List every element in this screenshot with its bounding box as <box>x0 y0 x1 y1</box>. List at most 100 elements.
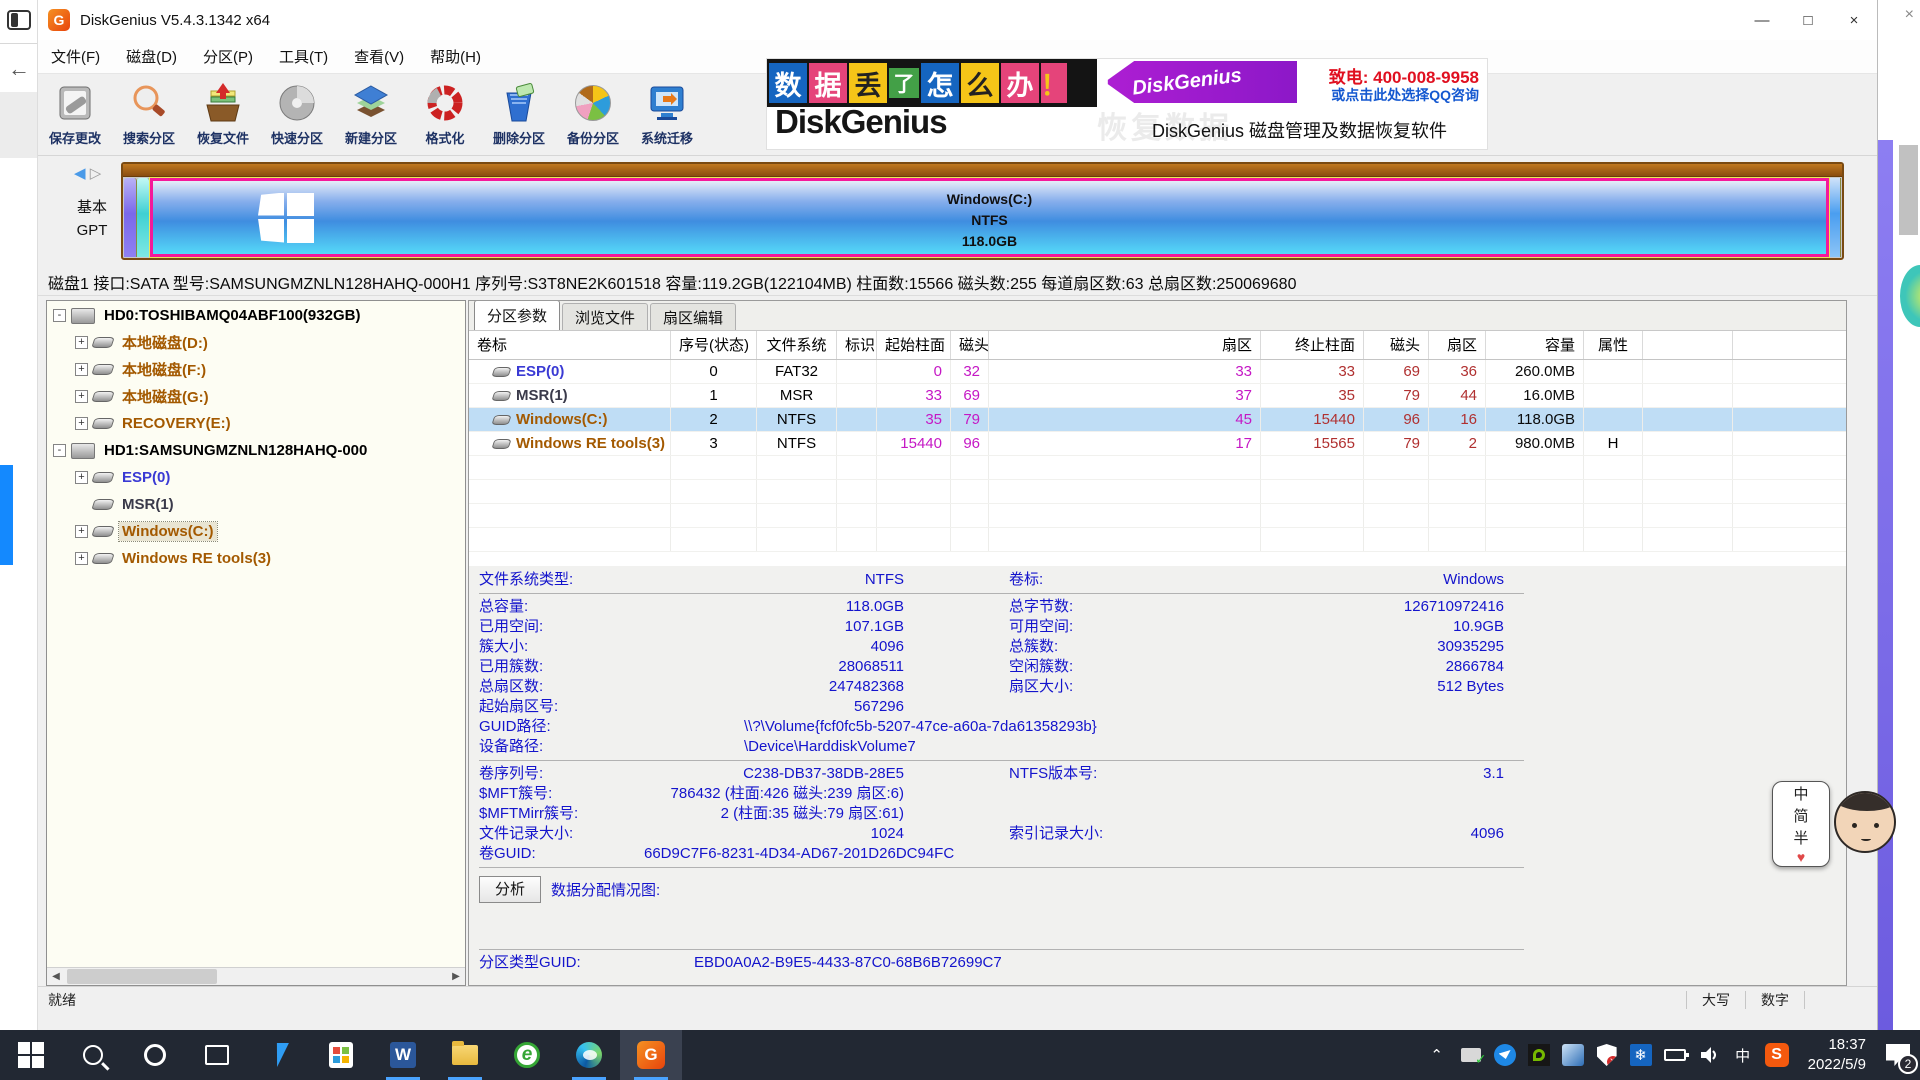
volume-tray-icon[interactable] <box>1692 1030 1726 1080</box>
green-browser-button[interactable]: e <box>496 1030 558 1080</box>
nvidia-tray-icon[interactable] <box>1522 1030 1556 1080</box>
menu-view[interactable]: 查看(V) <box>341 46 417 67</box>
tray-expand-chevron[interactable]: ⌃ <box>1420 1030 1454 1080</box>
new-partition-button[interactable]: 新建分区 <box>334 74 408 154</box>
col-flag[interactable]: 标识 <box>837 331 877 359</box>
tree-expander[interactable]: + <box>75 471 88 484</box>
task-view-button[interactable] <box>186 1030 248 1080</box>
start-button[interactable] <box>0 1030 62 1080</box>
ime-halfwidth[interactable]: 半 <box>1793 827 1808 848</box>
tree-item-local-d[interactable]: + 本地磁盘(D:) <box>47 330 465 355</box>
col-capacity[interactable]: 容量 <box>1486 331 1584 359</box>
scroll-right-arrow[interactable]: ▶ <box>447 968 465 985</box>
tree-item-esp[interactable]: + ESP(0) <box>47 465 465 490</box>
dingtalk-tray-icon[interactable] <box>1488 1030 1522 1080</box>
tree-item-label[interactable]: 本地磁盘(D:) <box>119 331 211 354</box>
banner-qq-link[interactable]: 或点击此处选择QQ咨询 <box>1331 85 1479 105</box>
security-shield-tray-icon[interactable] <box>1590 1030 1624 1080</box>
tree-item-label[interactable]: 本地磁盘(G:) <box>119 385 212 408</box>
ime-indicator[interactable]: 中 <box>1726 1030 1760 1080</box>
battery-tray-icon[interactable] <box>1658 1030 1692 1080</box>
sogou-tray-icon[interactable]: S <box>1760 1030 1794 1080</box>
recover-files-button[interactable]: 恢复文件 <box>186 74 260 154</box>
tree-expander[interactable]: + <box>75 525 88 538</box>
tree-horizontal-scrollbar[interactable]: ◀ ▶ <box>47 967 465 985</box>
partition-block-windows-c[interactable]: Windows(C:) NTFS 118.0GB <box>150 178 1829 257</box>
analyze-button[interactable]: 分析 <box>479 876 541 903</box>
system-migrate-button[interactable]: 系统迁移 <box>630 74 704 154</box>
close-icon[interactable]: × <box>1905 6 1914 24</box>
col-end-head[interactable]: 磁头 <box>1364 331 1429 359</box>
close-button[interactable]: × <box>1831 0 1877 40</box>
tree-item-msr[interactable]: MSR(1) <box>47 492 465 517</box>
scrollbar-thumb[interactable] <box>1899 145 1918 235</box>
tree-item-hd0[interactable]: - HD0:TOSHIBAMQ04ABF100(932GB) <box>47 303 465 328</box>
menu-partition[interactable]: 分区(P) <box>190 46 266 67</box>
notification-center-button[interactable]: 2 <box>1876 1030 1920 1080</box>
backup-partition-button[interactable]: 备份分区 <box>556 74 630 154</box>
col-index-status[interactable]: 序号(状态) <box>671 331 757 359</box>
store-button[interactable] <box>310 1030 372 1080</box>
tree-item-label[interactable]: MSR(1) <box>119 495 177 514</box>
table-row-esp[interactable]: ESP(0) 0 FAT32 0 32 33 33 69 36 260.0MB <box>469 360 1846 384</box>
tree-expander[interactable]: + <box>75 417 88 430</box>
col-start-sector[interactable]: 扇区 <box>989 331 1261 359</box>
minimize-button[interactable]: — <box>1739 0 1785 40</box>
ad-banner[interactable]: 数 据 丢 了 怎 么 办 ！ 恢复数据 DiskGenius DiskGeni… <box>766 58 1488 150</box>
ime-toolbar[interactable]: 中 简 半 ♥ <box>1772 781 1896 867</box>
scroll-left-arrow[interactable]: ◀ <box>47 968 65 985</box>
taskbar-clock[interactable]: 18:37 2022/5/9 <box>1808 1035 1866 1075</box>
tab-sector-edit[interactable]: 扇区编辑 <box>650 303 736 330</box>
col-end-cylinder[interactable]: 终止柱面 <box>1261 331 1364 359</box>
tree-item-label[interactable]: ESP(0) <box>119 468 173 487</box>
printer-tray-icon[interactable] <box>1454 1030 1488 1080</box>
delete-partition-button[interactable]: 删除分区 <box>482 74 556 154</box>
format-button[interactable]: 格式化 <box>408 74 482 154</box>
tab-partition-params[interactable]: 分区参数 <box>474 300 560 330</box>
heart-icon[interactable]: ♥ <box>1797 849 1805 865</box>
menu-file[interactable]: 文件(F) <box>38 46 113 67</box>
save-changes-button[interactable]: 保存更改 <box>38 74 112 154</box>
tree-item-label[interactable]: 本地磁盘(F:) <box>119 358 209 381</box>
diskgenius-taskbar-button[interactable]: G <box>620 1030 682 1080</box>
col-volume-label[interactable]: 卷标 <box>469 331 671 359</box>
menu-disk[interactable]: 磁盘(D) <box>113 46 190 67</box>
thunder-button[interactable] <box>248 1030 310 1080</box>
edge-button[interactable] <box>558 1030 620 1080</box>
ime-simplified[interactable]: 简 <box>1793 805 1808 826</box>
back-arrow-icon[interactable]: ← <box>8 56 30 82</box>
menu-help[interactable]: 帮助(H) <box>417 46 494 67</box>
taskbar-search-button[interactable] <box>62 1030 124 1080</box>
tree-expander[interactable]: + <box>75 552 88 565</box>
tab-browse-files[interactable]: 浏览文件 <box>562 303 648 330</box>
snowflake-tray-icon[interactable]: ❄ <box>1624 1030 1658 1080</box>
quick-partition-button[interactable]: 快速分区 <box>260 74 334 154</box>
tree-item-local-f[interactable]: + 本地磁盘(F:) <box>47 357 465 382</box>
table-row-windows-c-selected[interactable]: Windows(C:) 2 NTFS 35 79 45 15440 96 16 … <box>469 408 1846 432</box>
maximize-button[interactable]: □ <box>1785 0 1831 40</box>
tree-item-label[interactable]: HD0:TOSHIBAMQ04ABF100(932GB) <box>101 306 363 325</box>
tree-expander[interactable]: - <box>53 444 66 457</box>
menu-tools[interactable]: 工具(T) <box>266 46 341 67</box>
tree-expander[interactable]: - <box>53 309 66 322</box>
tree-item-label[interactable]: HD1:SAMSUNGMZNLN128HAHQ-000 <box>101 441 370 460</box>
tree-expander[interactable]: + <box>75 363 88 376</box>
file-explorer-button[interactable] <box>434 1030 496 1080</box>
tree-item-hd1[interactable]: - HD1:SAMSUNGMZNLN128HAHQ-000 <box>47 438 465 463</box>
col-attributes[interactable]: 属性 <box>1584 331 1643 359</box>
tree-item-label[interactable]: Windows(C:) <box>119 522 217 541</box>
disk-next-arrow[interactable]: ▷ <box>90 165 102 182</box>
cortana-button[interactable] <box>124 1030 186 1080</box>
tree-expander[interactable]: + <box>75 336 88 349</box>
tree-item-windows-c[interactable]: + Windows(C:) <box>47 519 465 544</box>
col-start-cylinder[interactable]: 起始柱面 <box>877 331 951 359</box>
tree-expander[interactable]: + <box>75 390 88 403</box>
ime-status-box[interactable]: 中 简 半 ♥ <box>1772 781 1830 867</box>
word-button[interactable]: W <box>372 1030 434 1080</box>
col-start-head[interactable]: 磁头 <box>951 331 989 359</box>
tree-item-local-g[interactable]: + 本地磁盘(G:) <box>47 384 465 409</box>
scrollbar-thumb[interactable] <box>67 969 217 984</box>
ime-lang[interactable]: 中 <box>1793 783 1808 804</box>
partition-block-re-tools[interactable] <box>1829 178 1841 257</box>
tree-item-label[interactable]: RECOVERY(E:) <box>119 414 234 433</box>
